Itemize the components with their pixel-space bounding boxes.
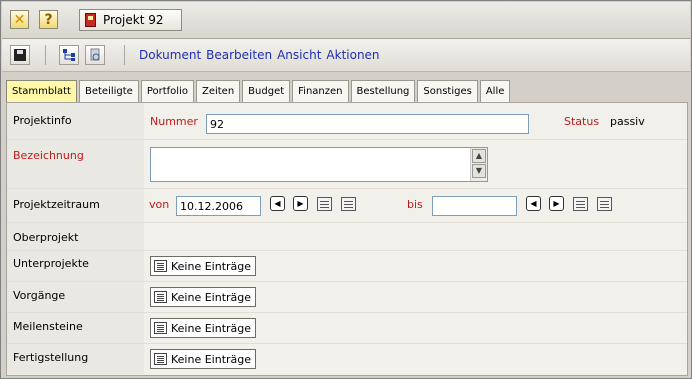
stammblatt-form: Projektinfo Nummer Status passiv Bezeich… xyxy=(6,102,688,376)
row-projektinfo: Projektinfo Nummer Status passiv xyxy=(7,103,687,140)
row-vorgaenge: Vorgänge Keine Einträge xyxy=(7,282,687,313)
unterprojekte-label: Unterprojekte xyxy=(7,251,144,281)
calendar-icon[interactable] xyxy=(341,197,356,211)
tab-alle[interactable]: Alle xyxy=(479,80,511,102)
fertigstellung-label: Fertigstellung xyxy=(7,344,144,374)
vorgaenge-label: Vorgänge xyxy=(7,282,144,312)
tab-portfolio[interactable]: Portfolio xyxy=(140,80,194,102)
toolbar-separator xyxy=(45,45,46,65)
project-icon xyxy=(85,13,96,27)
row-projektzeitraum: Projektzeitraum von ◀ ▶ bis ◀ ▶ xyxy=(7,189,687,223)
list-icon xyxy=(154,260,167,272)
menu-bar: Dokument Bearbeiten Ansicht Aktionen xyxy=(139,48,380,62)
row-oberprojekt: Oberprojekt xyxy=(7,223,687,251)
tab-bestellung[interactable]: Bestellung xyxy=(350,80,416,102)
row-unterprojekte: Unterprojekte Keine Einträge xyxy=(7,251,687,282)
help-icon[interactable]: ? xyxy=(39,10,58,29)
scroll-up-icon[interactable]: ▲ xyxy=(472,149,486,163)
bis-date-input[interactable] xyxy=(432,196,517,216)
keine-eintraege-label: Keine Einträge xyxy=(171,290,252,304)
save-icon[interactable] xyxy=(10,45,30,65)
tab-zeiten[interactable]: Zeiten xyxy=(195,80,241,102)
prev-date-icon[interactable]: ◀ xyxy=(270,196,285,211)
next-date-icon[interactable]: ▶ xyxy=(293,196,308,211)
title-bar: ✕ ? Projekt 92 xyxy=(2,2,690,39)
oberprojekt-label: Oberprojekt xyxy=(7,223,144,250)
bis-label: bis xyxy=(407,198,423,211)
projektzeitraum-label: Projektzeitraum xyxy=(7,189,144,222)
meilensteine-button[interactable]: Keine Einträge xyxy=(150,318,257,338)
menu-ansicht[interactable]: Ansicht xyxy=(277,48,321,62)
toolbar-separator xyxy=(124,45,125,65)
refresh-icon[interactable] xyxy=(85,45,105,65)
row-fertigstellung: Fertigstellung Keine Einträge xyxy=(7,344,687,374)
hierarchy-icon[interactable] xyxy=(59,45,79,65)
tab-finanzen[interactable]: Finanzen xyxy=(292,80,349,102)
calendar-icon[interactable] xyxy=(597,197,612,211)
bezeichnung-textarea[interactable]: ▲ ▼ xyxy=(150,147,488,182)
von-label: von xyxy=(149,198,170,211)
menu-aktionen[interactable]: Aktionen xyxy=(326,48,379,62)
project-label: Projekt 92 xyxy=(103,13,164,27)
vorgaenge-button[interactable]: Keine Einträge xyxy=(150,287,257,307)
list-icon xyxy=(154,353,167,365)
tab-bar: Stammblatt Beteiligte Portfolio Zeiten B… xyxy=(6,80,512,102)
status-value: passiv xyxy=(610,115,645,128)
list-icon xyxy=(154,322,167,334)
keine-eintraege-label: Keine Einträge xyxy=(171,352,252,366)
status-label: Status xyxy=(564,115,600,128)
nummer-label: Nummer xyxy=(150,115,198,128)
window: ✕ ? Projekt 92 Dokument Bearbeiten Ansic… xyxy=(0,0,692,379)
fertigstellung-button[interactable]: Keine Einträge xyxy=(150,349,257,369)
calendar-icon[interactable] xyxy=(573,197,588,211)
keine-eintraege-label: Keine Einträge xyxy=(171,321,252,335)
bezeichnung-label: Bezeichnung xyxy=(7,140,144,188)
bezeichnung-scrollbar[interactable]: ▲ ▼ xyxy=(470,148,487,181)
row-bezeichnung: Bezeichnung ▲ ▼ xyxy=(7,140,687,189)
tab-stammblatt[interactable]: Stammblatt xyxy=(6,80,77,102)
unterprojekte-button[interactable]: Keine Einträge xyxy=(150,256,257,276)
nummer-input[interactable] xyxy=(206,114,529,134)
von-date-input[interactable] xyxy=(176,196,261,216)
tab-sonstiges[interactable]: Sonstiges xyxy=(417,80,478,102)
next-date-icon[interactable]: ▶ xyxy=(549,196,564,211)
keine-eintraege-label: Keine Einträge xyxy=(171,259,252,273)
meilensteine-label: Meilensteine xyxy=(7,313,144,343)
scroll-down-icon[interactable]: ▼ xyxy=(472,164,486,178)
prev-date-icon[interactable]: ◀ xyxy=(526,196,541,211)
tab-budget[interactable]: Budget xyxy=(242,80,291,102)
project-button[interactable]: Projekt 92 xyxy=(79,9,182,31)
toolbar: Dokument Bearbeiten Ansicht Aktionen xyxy=(2,39,690,72)
close-icon[interactable]: ✕ xyxy=(10,10,29,29)
list-icon xyxy=(154,291,167,303)
calendar-icon[interactable] xyxy=(317,197,332,211)
row-meilensteine: Meilensteine Keine Einträge xyxy=(7,313,687,344)
menu-bearbeiten[interactable]: Bearbeiten xyxy=(206,48,272,62)
projektinfo-label: Projektinfo xyxy=(7,103,144,139)
tab-beteiligte[interactable]: Beteiligte xyxy=(78,80,139,102)
menu-dokument[interactable]: Dokument xyxy=(139,48,201,62)
